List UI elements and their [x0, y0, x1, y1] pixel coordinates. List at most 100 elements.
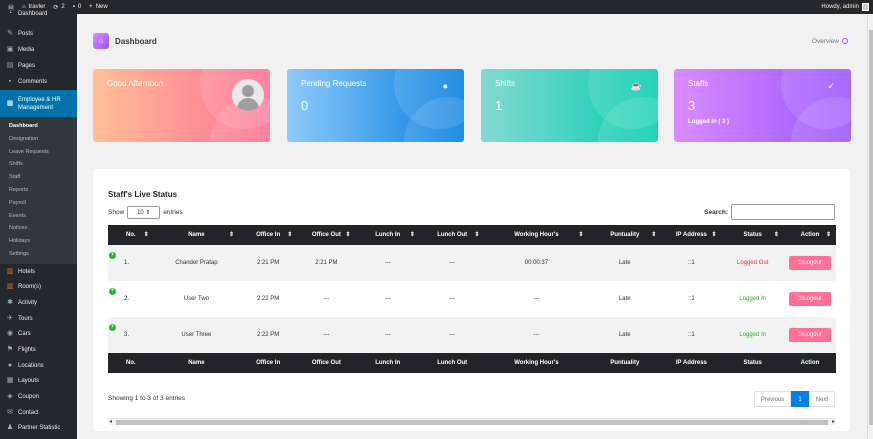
cell-ip: ::1 [688, 332, 695, 338]
card-value: 1 [495, 98, 503, 113]
sort-icon: ⇕ [143, 232, 149, 238]
horizontal-scrollbar[interactable]: ◂ ▸ [108, 418, 836, 425]
column-header-puntuality[interactable]: Puntuality ⇕ [588, 225, 661, 245]
room-icon: ▥ [6, 283, 14, 291]
sidebar-item-dashboard[interactable]: ◔ Dashboard [0, 10, 77, 18]
scroll-left-icon[interactable]: ◂ [109, 418, 112, 425]
sidebar-item-label: Media [18, 47, 35, 53]
sidebar-item-label: Contact [18, 409, 39, 416]
submenu-item-reports[interactable]: Reports [0, 184, 77, 197]
sort-icon: ⇕ [287, 232, 293, 238]
sidebar-item-activity[interactable]: ✱ Activity [0, 295, 77, 311]
overview-link[interactable]: Overview [812, 38, 848, 45]
cell-lunch-in: --- [384, 296, 391, 302]
submenu-item-staff[interactable]: Staff [0, 171, 77, 184]
panel-title: Staff's Live Status [108, 190, 178, 199]
scroll-right-icon[interactable]: ▸ [832, 418, 835, 425]
sidebar-item-flights[interactable]: ⚑ Flights [0, 342, 77, 358]
cell-working: 00:00:37 [524, 260, 549, 266]
tours-icon: ✈ [7, 314, 13, 322]
sidebar-item-contact[interactable]: ✉ Contact [0, 405, 77, 421]
staffs-card[interactable]: Staffs 3 Logged in ( 3 ) ✓ [674, 69, 851, 142]
column-header-action[interactable]: Action ⇕ [784, 225, 836, 245]
table-header-row: No. ⇕ Name ⇕ Office In ⇕ Office Out ⇕ Lunch In ⇕ L… [108, 225, 836, 245]
table-row: +1. Chander Pratap 2:21 PM 2:21 PM --- --- 00:… [108, 245, 836, 281]
sidebar-item-employee-hr[interactable]: ▦ Employee & HR Management [0, 90, 77, 117]
submenu-item-shifts[interactable]: Shifts [0, 158, 77, 171]
sidebar-item-label: Comments [18, 79, 48, 85]
column-label: Puntuality [610, 360, 640, 366]
coffee-icon: ☕ [630, 81, 642, 91]
logout-button[interactable]: ⎋Logout [788, 328, 831, 342]
pagination-previous[interactable]: Previous [753, 391, 792, 407]
sidebar-item-layouts[interactable]: ▦ Layouts [0, 374, 77, 390]
sidebar-item-label: Activity [18, 299, 38, 306]
vertical-scrollbar[interactable] [867, 14, 873, 439]
sidebar-item-pages[interactable]: ▤ Pages [0, 58, 77, 74]
logout-button[interactable]: ⎋Logout [788, 292, 831, 306]
sidebar-item-hotels[interactable]: ▥ Hotels [0, 264, 77, 280]
expand-row-icon[interactable]: + [109, 288, 116, 295]
column-header-no-[interactable]: No. ⇕ [108, 225, 154, 245]
account-menu[interactable]: Howdy, admin [821, 3, 869, 11]
sidebar-item-locations[interactable]: ● Locations [0, 358, 77, 374]
logout-label: Logout [803, 260, 822, 266]
comment-icon: ▪ [8, 78, 12, 85]
gauge-icon: ◔ [7, 10, 13, 17]
column-header-lunch-out[interactable]: Lunch Out ⇕ [420, 225, 484, 245]
submenu-item-designation[interactable]: Designation [0, 133, 77, 146]
submenu-item-holidays[interactable]: Holidays [0, 235, 77, 248]
sort-icon: ⇕ [474, 232, 480, 238]
sidebar-item-media[interactable]: ▣ Media [0, 42, 77, 58]
sidebar-item-comments[interactable]: ▪ Comments [0, 74, 77, 90]
submenu-item-settings[interactable]: Settings [0, 248, 77, 261]
sidebar: ◔ Dashboard ✎ Posts ▣ Media ▤ Pages ▪ Comments ▦ Em… [0, 10, 77, 439]
submenu-item-notices[interactable]: Notices [0, 222, 77, 235]
submenu-item-events[interactable]: Events [0, 210, 77, 223]
pin-icon: ✎ [7, 30, 13, 37]
column-label: Lunch In [375, 360, 401, 366]
sidebar-item-coupon[interactable]: ◈ Coupon [0, 389, 77, 405]
sidebar-item-room-s-[interactable]: ▥ Room(s) [0, 279, 77, 295]
logout-button[interactable]: ⎋Logout [788, 256, 831, 270]
pagination: Previous 1 Next [753, 391, 835, 407]
column-header-office-in[interactable]: Office In ⇕ [239, 225, 297, 245]
entries-control: Show 10 ⇕ entries [108, 206, 183, 219]
sidebar-item-tours[interactable]: ✈ Tours [0, 311, 77, 327]
pagination-page-1[interactable]: 1 [791, 391, 809, 407]
cell-office-in: 2:22 PM [256, 296, 280, 302]
column-label: Action [800, 232, 820, 238]
sidebar-item-posts[interactable]: ✎ Posts [0, 26, 77, 42]
column-header-name[interactable]: Name ⇕ [154, 225, 239, 245]
row-number-cell: +1. [108, 245, 154, 281]
column-label: Lunch Out [437, 360, 468, 366]
cell-working: --- [533, 296, 540, 302]
shifts-card[interactable]: Shifts 1 ☕ [481, 69, 658, 142]
expand-row-icon[interactable]: + [109, 324, 116, 331]
action-cell: ⎋Logout [784, 245, 836, 281]
sidebar-item-partner-statistic[interactable]: ♟ Partner Statistic [0, 421, 77, 437]
sidebar-item-cars[interactable]: ◉ Cars [0, 327, 77, 343]
scrollbar-thumb[interactable] [116, 420, 828, 425]
pending-requests-card[interactable]: Pending Requests 0 ● [287, 69, 464, 142]
submenu-item-payroll[interactable]: Payroll [0, 197, 77, 210]
column-header-lunch-in[interactable]: Lunch In ⇕ [355, 225, 419, 245]
greeting-card: Good Afternoon [93, 69, 270, 142]
row-number-cell: +3. [108, 317, 154, 353]
submenu-item-dashboard[interactable]: Dashboard [0, 120, 77, 133]
expand-row-icon[interactable]: + [109, 252, 116, 259]
pagination-next[interactable]: Next [808, 391, 835, 407]
column-label: No. [126, 232, 136, 238]
submenu-item-leave-requests[interactable]: Leave Requests [0, 146, 77, 159]
column-header-ip-address[interactable]: IP Address ⇕ [661, 225, 721, 245]
new-link[interactable]: + New [89, 4, 108, 10]
scrollbar-thumb[interactable] [869, 30, 873, 425]
entries-select[interactable]: 10 ⇕ [127, 206, 161, 219]
hotel-icon: ▥ [6, 267, 14, 275]
column-header-working-hour-s[interactable]: Working Hour's ⇕ [484, 225, 588, 245]
column-header-status[interactable]: Status ⇕ [722, 225, 784, 245]
column-header-office-out[interactable]: Office Out ⇕ [297, 225, 355, 245]
search-input[interactable] [731, 204, 835, 220]
row-number: 3. [124, 332, 130, 338]
column-header-no-: No. [108, 353, 154, 373]
